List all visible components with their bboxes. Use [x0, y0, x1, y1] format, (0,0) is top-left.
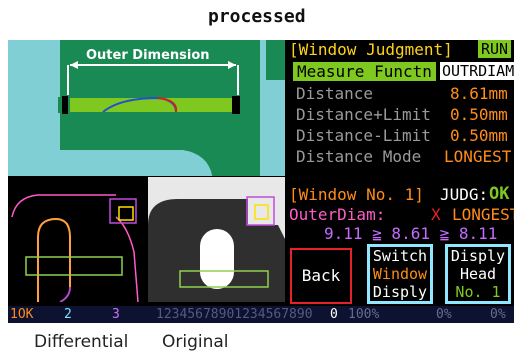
differential-edges-graphic — [11, 194, 139, 302]
back-button-label: Back — [301, 266, 341, 285]
status-percent-3: 0% — [490, 307, 506, 322]
status-ok: 1OK — [10, 307, 34, 322]
measure-function-label: Measure Functn — [293, 62, 436, 81]
distance-label: Distance — [296, 84, 374, 103]
display-head-button[interactable]: Disply Head No. 1 — [445, 244, 511, 304]
status-bar: 1OK 2 3 12345678901234567890 0 100% 0% 0… — [8, 306, 514, 323]
status-percent-1: 100% — [348, 307, 380, 322]
back-button[interactable]: Back — [290, 248, 352, 304]
switch-window-display-button[interactable]: Switch Window Disply — [367, 244, 433, 304]
judgment-ok-value: OK — [489, 184, 510, 204]
panel-title: [Window Judgment] — [289, 40, 453, 59]
status-three: 3 — [112, 307, 120, 322]
x-mark: X — [431, 205, 441, 224]
original-image-view[interactable] — [148, 177, 285, 302]
run-badge: RUN — [478, 40, 512, 58]
device-screen: Outer Dimension [Window Judgment] RUN Me… — [8, 40, 514, 323]
switch-label: Switch — [372, 247, 428, 265]
processed-image-view[interactable]: Outer Dimension — [8, 40, 285, 176]
status-two: 2 — [64, 307, 72, 322]
display-label: Disply — [372, 283, 428, 301]
measure-function-value[interactable]: OUTRDIAM — [440, 62, 514, 80]
distance-minus-limit-value: 0.50mm — [450, 126, 508, 145]
processed-caption: processed — [208, 6, 306, 27]
head-number-label: No. 1 — [455, 283, 501, 301]
outer-diameter-label: OuterDiam: — [289, 205, 386, 224]
status-percent-2: 0% — [436, 307, 452, 322]
distance-mode-label: Distance Mode — [296, 147, 422, 166]
distance-value: 8.61mm — [450, 84, 508, 103]
head-display-label: Disply — [450, 247, 506, 265]
window-label: Window — [372, 265, 428, 283]
differential-image-view[interactable] — [8, 177, 148, 302]
window-number-header: [Window No. 1] — [289, 185, 424, 204]
original-caption: Original — [162, 332, 229, 352]
head-label: Head — [459, 265, 497, 283]
distance-mode-value: LONGEST — [444, 147, 512, 166]
distance-plus-limit-value: 0.50mm — [450, 105, 508, 124]
outer-dimension-label: Outer Dimension — [86, 48, 210, 63]
status-zero: 0 — [330, 307, 338, 322]
outer-diameter-mode: LONGEST — [452, 205, 514, 224]
differential-caption: Differential — [34, 332, 129, 352]
distance-plus-limit-label: Distance+Limit — [296, 105, 431, 124]
judgment-label: JUDG: — [440, 185, 489, 204]
status-digits: 12345678901234567890 — [156, 307, 313, 322]
limit-equation: 9.11 ≧ 8.61 ≧ 8.11 — [324, 224, 498, 243]
distance-minus-limit-label: Distance-Limit — [296, 126, 431, 145]
original-part-graphic — [148, 196, 285, 302]
